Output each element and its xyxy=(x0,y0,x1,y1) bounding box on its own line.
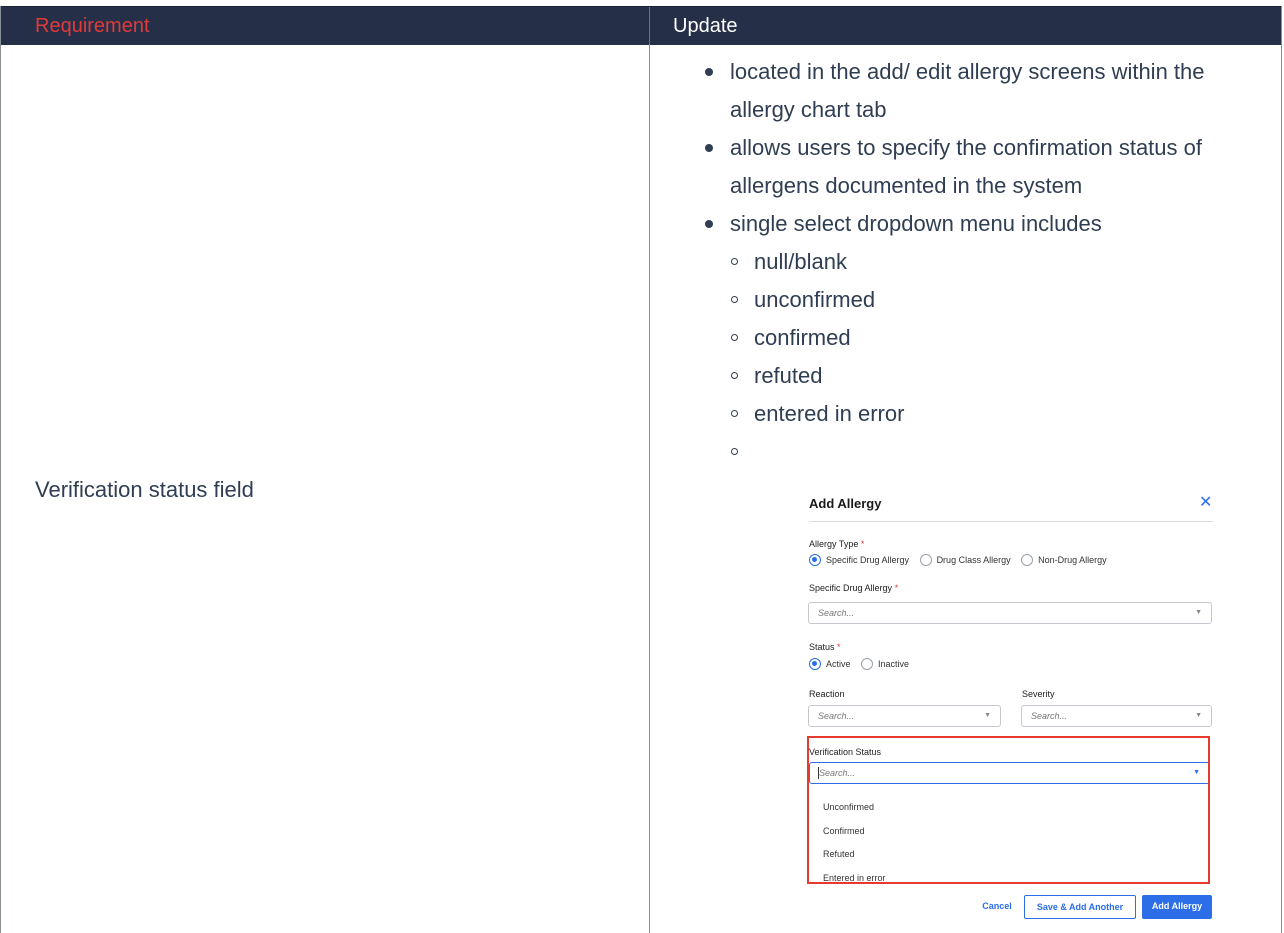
placeholder: Search... xyxy=(818,608,855,618)
radio-non-drug[interactable] xyxy=(1021,554,1034,566)
list-item-text: allergens documented in the system xyxy=(730,173,1083,198)
list-item-text: single select dropdown menu includes xyxy=(730,211,1102,236)
add-allergy-screenshot: Add Allergy ✕ Allergy Type * Specific Dr… xyxy=(791,484,1221,924)
bullet-icon xyxy=(705,220,713,228)
header-update: Update xyxy=(673,15,738,37)
specific-drug-label: Specific Drug Allergy * xyxy=(809,583,899,593)
sub-list-item-text: entered in error xyxy=(754,401,905,426)
radio-drug-class[interactable] xyxy=(919,554,932,566)
table-header: Requirement Update xyxy=(1,6,1281,45)
allergy-type-label: Allergy Type * xyxy=(809,539,865,549)
close-icon[interactable]: ✕ xyxy=(1199,492,1212,512)
allergy-type-radio-group: Specific Drug Allergy Drug Class Allergy… xyxy=(809,554,1115,566)
radio-active[interactable] xyxy=(809,658,821,670)
radio-label: Inactive xyxy=(878,659,910,669)
bullet-icon xyxy=(705,68,713,76)
circle-bullet-icon xyxy=(731,410,738,417)
radio-label: Non-Drug Allergy xyxy=(1038,555,1107,565)
circle-bullet-icon xyxy=(731,296,738,303)
circle-bullet-icon xyxy=(731,372,738,379)
requirement-cell: Verification status field xyxy=(35,477,254,502)
reaction-search[interactable]: Search... ▼ xyxy=(808,705,1001,727)
sub-list-item-text: unconfirmed xyxy=(754,287,876,312)
placeholder: Search... xyxy=(818,711,855,721)
dialog-title: Add Allergy xyxy=(809,496,882,511)
column-divider xyxy=(649,44,650,933)
radio-label: Active xyxy=(826,659,851,669)
placeholder: Search... xyxy=(1031,711,1068,721)
cancel-button[interactable]: Cancel xyxy=(977,895,1017,919)
list-item-text: allergy chart tab xyxy=(730,97,887,122)
specific-drug-search[interactable]: Search... ▼ xyxy=(808,602,1212,624)
highlight-box xyxy=(807,736,1210,884)
radio-label: Specific Drug Allergy xyxy=(826,555,910,565)
chevron-down-icon: ▼ xyxy=(1195,712,1202,719)
header-divider xyxy=(649,7,650,45)
radio-specific-drug[interactable] xyxy=(809,554,821,566)
list-item-text: located in the add/ edit allergy screens… xyxy=(730,59,1205,84)
header-requirement: Requirement xyxy=(35,15,150,37)
status-label: Status * xyxy=(809,642,841,652)
circle-bullet-icon xyxy=(731,258,738,265)
requirements-table: Requirement Update Verification status f… xyxy=(0,6,1282,933)
chevron-down-icon: ▼ xyxy=(984,712,991,719)
sub-list-item-text: null/blank xyxy=(754,249,847,274)
severity-label: Severity xyxy=(1022,689,1055,699)
reaction-label: Reaction xyxy=(809,689,845,699)
bullet-icon xyxy=(705,144,713,152)
chevron-down-icon: ▼ xyxy=(1195,609,1202,616)
radio-inactive[interactable] xyxy=(861,658,874,670)
circle-bullet-icon xyxy=(731,448,738,455)
severity-search[interactable]: Search... ▼ xyxy=(1021,705,1212,727)
status-radio-group: Active Inactive xyxy=(809,658,917,670)
sub-list-item-text: refuted xyxy=(754,363,823,388)
radio-label: Drug Class Allergy xyxy=(936,555,1011,565)
save-and-add-another-button[interactable]: Save & Add Another xyxy=(1024,895,1136,919)
list-item-text: allows users to specify the confirmation… xyxy=(730,135,1202,160)
circle-bullet-icon xyxy=(731,334,738,341)
sub-list-item-text: confirmed xyxy=(754,325,851,350)
add-allergy-button[interactable]: Add Allergy xyxy=(1142,895,1212,919)
divider xyxy=(809,521,1213,522)
